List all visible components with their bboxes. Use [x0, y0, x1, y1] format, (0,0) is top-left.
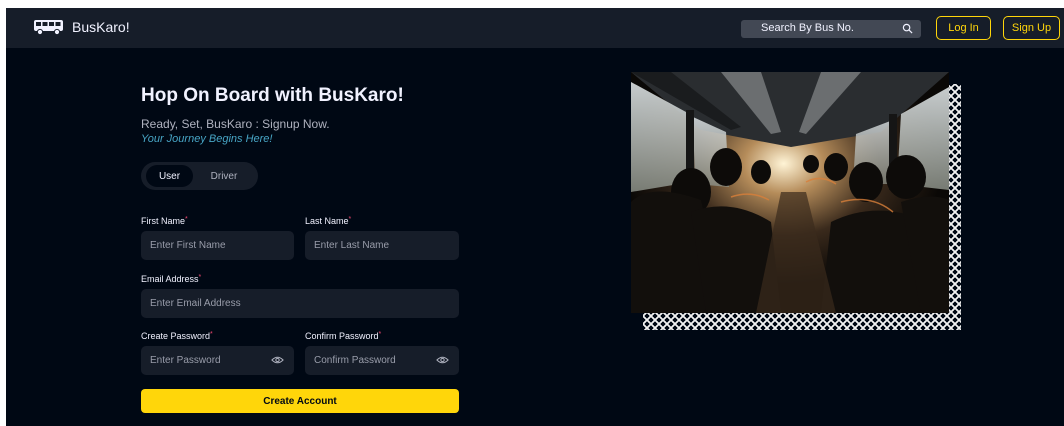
required-marker: *	[348, 216, 352, 223]
eye-icon[interactable]	[436, 355, 449, 365]
password-label: Create Password*	[141, 331, 213, 341]
password-label-text: Create Password	[141, 331, 211, 341]
last-name-label-text: Last Name	[305, 216, 349, 226]
tab-driver[interactable]: Driver	[201, 165, 247, 187]
search-placeholder: Search By Bus No.	[761, 22, 854, 34]
signup-page: BusKaro! Search By Bus No. Log In Sign U…	[6, 8, 1064, 426]
search-icon[interactable]	[902, 23, 913, 34]
confirm-password-label-text: Confirm Password	[305, 331, 379, 341]
bus-interior-illustration	[631, 72, 949, 313]
required-marker: *	[210, 331, 213, 338]
email-field[interactable]: Enter Email Address	[141, 289, 459, 318]
page-title: Hop On Board with BusKaro!	[141, 85, 404, 106]
brand-name: BusKaro!	[72, 19, 130, 35]
email-label: Email Address*	[141, 274, 201, 284]
first-name-label: First Name*	[141, 216, 188, 226]
tab-user[interactable]: User	[146, 165, 193, 187]
last-name-placeholder: Enter Last Name	[314, 240, 390, 251]
role-toggle: User Driver	[141, 162, 258, 190]
brand-logo[interactable]: BusKaro!	[33, 18, 130, 36]
password-placeholder: Enter Password	[150, 355, 221, 366]
required-marker: *	[185, 216, 188, 223]
email-label-text: Email Address	[141, 274, 199, 284]
bus-search-input[interactable]: Search By Bus No.	[741, 20, 921, 38]
login-button[interactable]: Log In	[936, 16, 991, 40]
confirm-password-label: Confirm Password*	[305, 331, 381, 341]
last-name-field[interactable]: Enter Last Name	[305, 231, 459, 260]
create-account-button[interactable]: Create Account	[141, 389, 459, 413]
required-marker: *	[198, 274, 202, 281]
required-marker: *	[378, 331, 382, 338]
first-name-label-text: First Name	[141, 216, 186, 226]
bus-icon	[34, 20, 63, 36]
first-name-placeholder: Enter First Name	[150, 240, 226, 251]
password-field[interactable]: Enter Password	[141, 346, 294, 375]
first-name-field[interactable]: Enter First Name	[141, 231, 294, 260]
signup-button[interactable]: Sign Up	[1003, 16, 1060, 40]
confirm-password-placeholder: Confirm Password	[314, 355, 396, 366]
page-tagline: Your Journey Begins Here!	[141, 133, 273, 145]
page-subtitle: Ready, Set, BusKaro : Signup Now.	[141, 117, 330, 131]
eye-icon[interactable]	[271, 355, 284, 365]
email-placeholder: Enter Email Address	[150, 298, 241, 309]
last-name-label: Last Name*	[305, 216, 351, 226]
confirm-password-field[interactable]: Confirm Password	[305, 346, 459, 375]
bus-interior-image	[631, 72, 949, 313]
top-navbar: BusKaro! Search By Bus No. Log In Sign U…	[6, 8, 1064, 48]
